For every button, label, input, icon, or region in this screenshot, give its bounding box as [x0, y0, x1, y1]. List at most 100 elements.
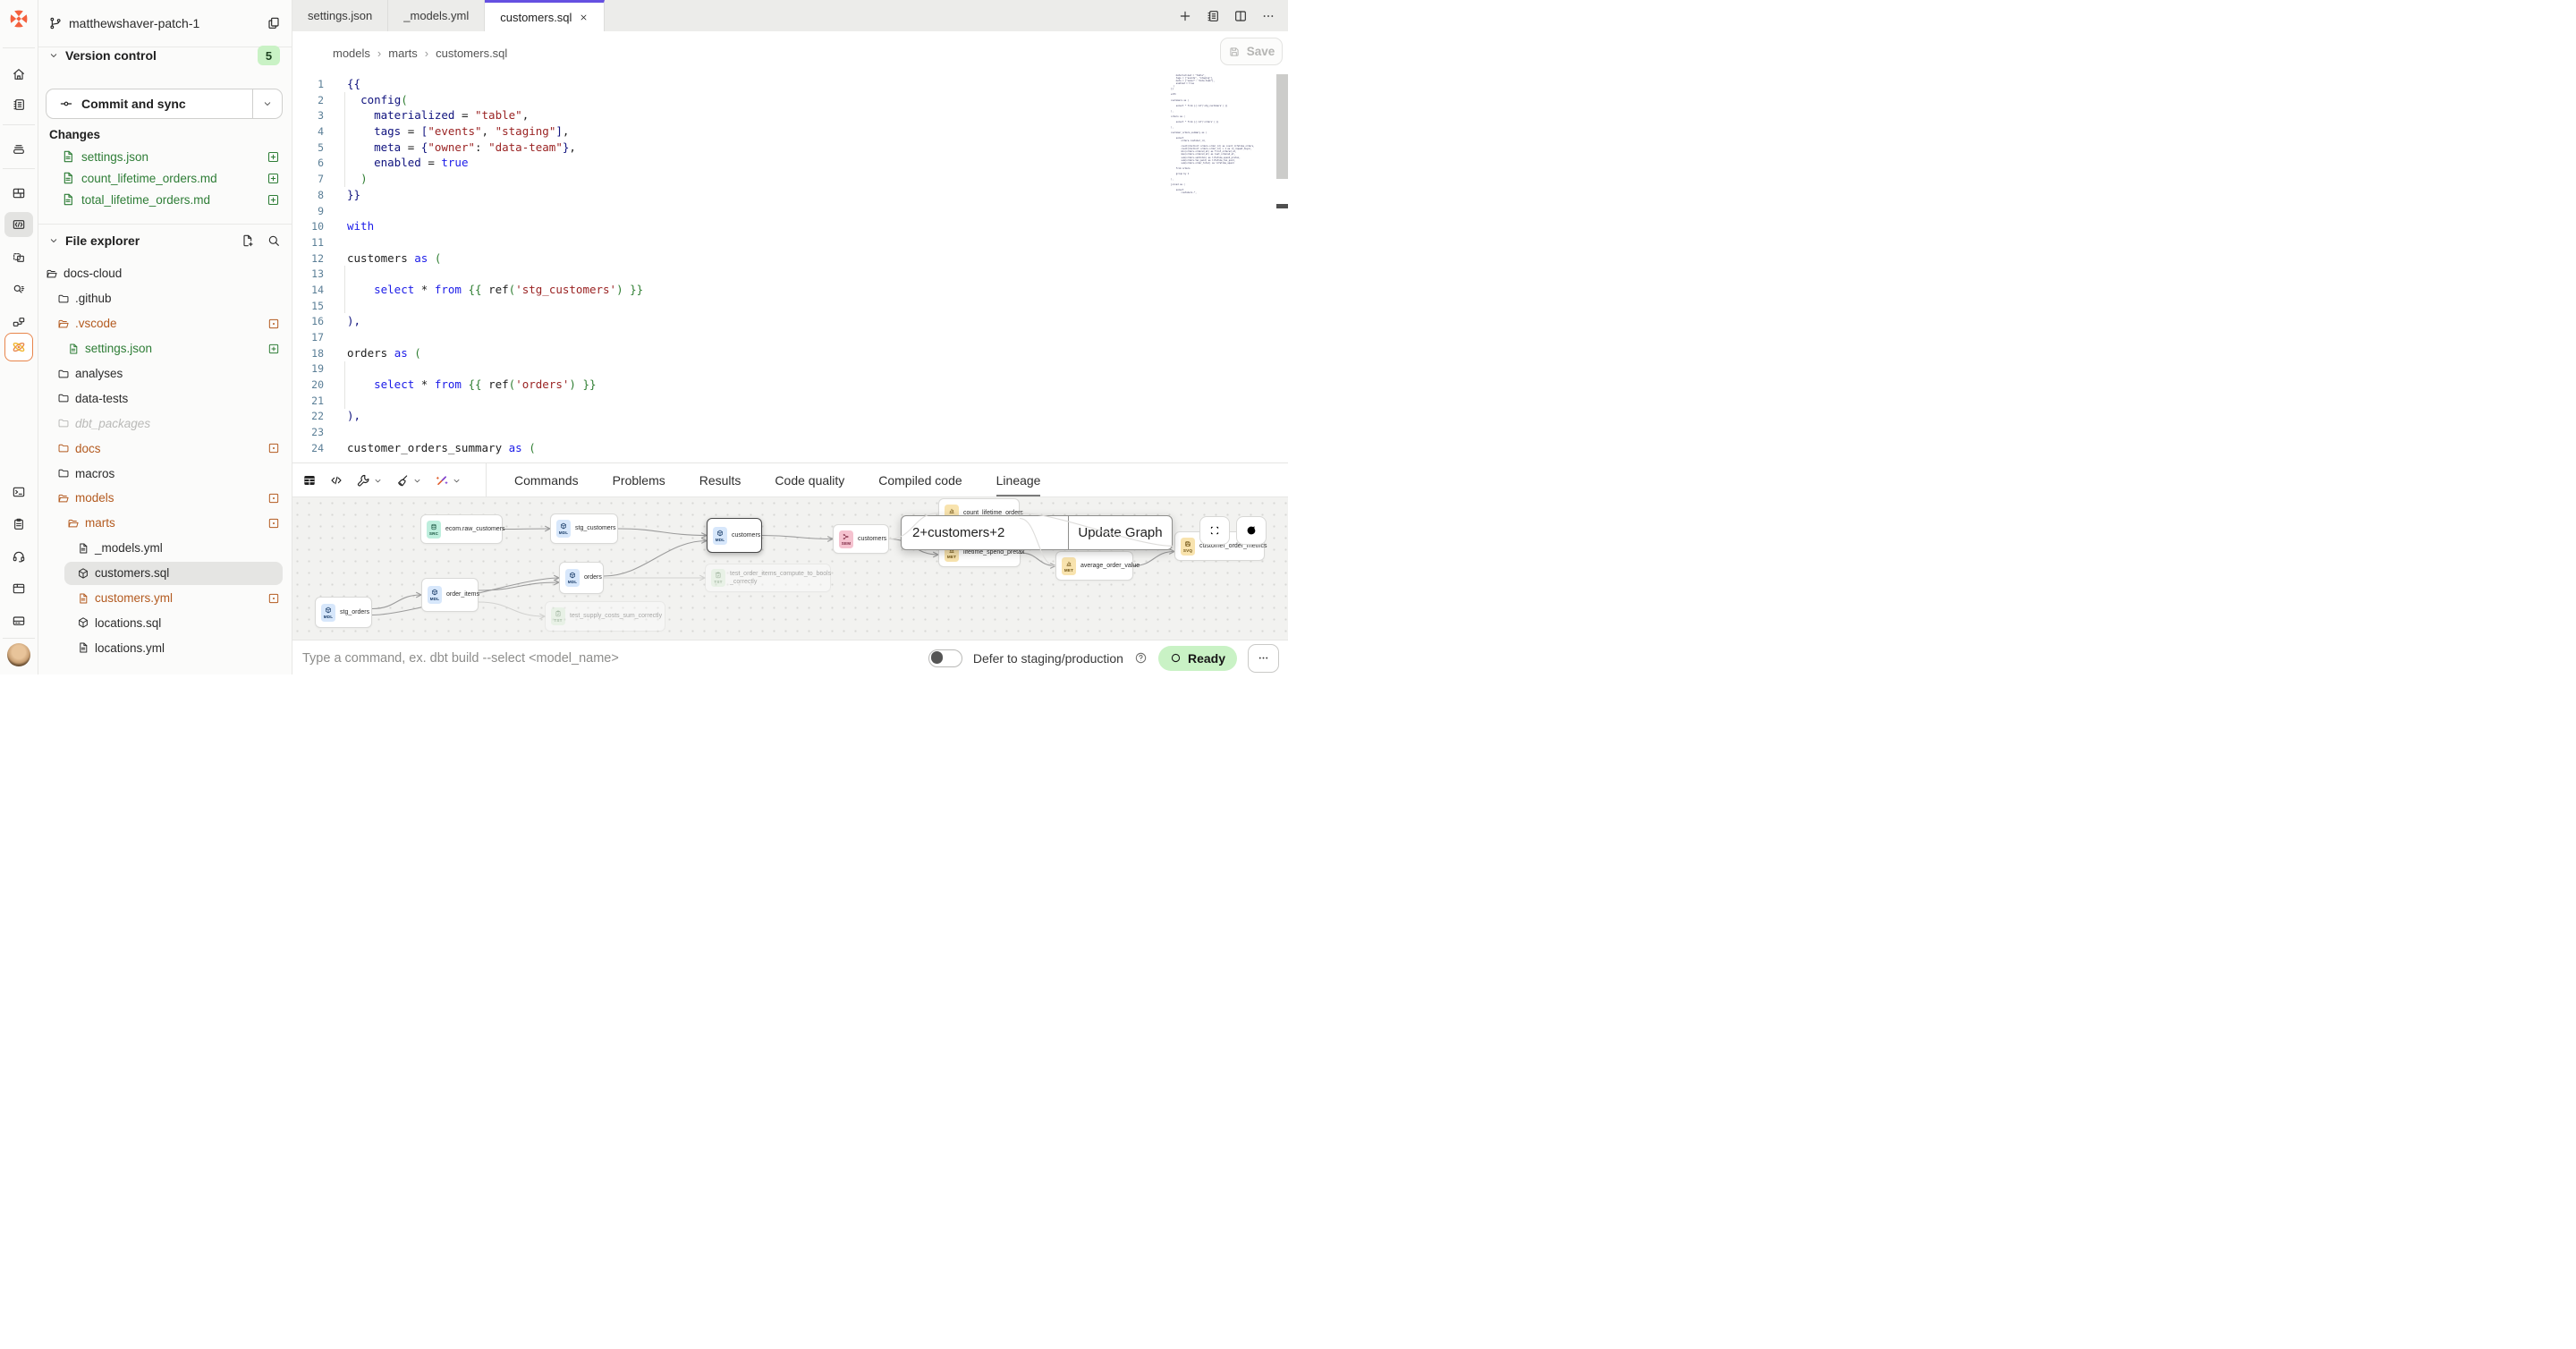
tree-item-customers-sql[interactable]: customers.sql: [38, 561, 292, 586]
split-editor-icon[interactable]: [1233, 9, 1248, 23]
more-options-icon[interactable]: [1261, 9, 1275, 23]
lineage-node-customers[interactable]: MDLcustomers: [707, 518, 762, 553]
changed-file[interactable]: settings.json: [38, 146, 292, 167]
rail-item-home[interactable]: [4, 62, 33, 87]
code-line-2[interactable]: 2 config(: [292, 92, 1288, 108]
notebook-icon[interactable]: [1206, 9, 1220, 23]
breadcrumb-marts[interactable]: marts: [388, 47, 418, 60]
tree-item--github[interactable]: .github: [38, 286, 292, 311]
stage-file-icon[interactable]: [267, 172, 280, 185]
lineage-canvas[interactable]: SRCecom.raw_customers MDLstg_customers MDL…: [292, 496, 1288, 641]
copy-branch-icon[interactable]: [267, 16, 281, 30]
user-avatar[interactable]: [7, 643, 30, 666]
search-files-icon[interactable]: [267, 233, 281, 248]
preview-results-button[interactable]: [302, 473, 317, 488]
code-line-4[interactable]: 4 tags = ["events", "staging"],: [292, 123, 1288, 140]
lineage-node-raw_customers[interactable]: SRCecom.raw_customers: [420, 514, 503, 544]
close-tab-icon[interactable]: [579, 13, 589, 22]
new-tab-icon[interactable]: [1178, 9, 1192, 23]
rail-item-stack[interactable]: [4, 137, 33, 162]
code-line-7[interactable]: 7 ): [292, 171, 1288, 187]
rail-item-code-editor[interactable]: [4, 212, 33, 237]
status-ready-pill[interactable]: Ready: [1158, 646, 1237, 671]
rail-item-browser[interactable]: [4, 576, 33, 601]
code-line-19[interactable]: 19: [292, 361, 1288, 377]
lineage-refresh-button[interactable]: [1236, 516, 1267, 545]
rail-item-copy-windows[interactable]: [4, 245, 33, 270]
tree-item-customers-yml[interactable]: customers.yml: [38, 586, 292, 611]
minimap[interactable]: {{ config( materialized = "table", tags …: [1171, 74, 1275, 194]
tree-item-macros[interactable]: macros: [38, 461, 292, 486]
editor-scrollbar-thumb[interactable]: [1276, 74, 1288, 179]
tree-item-docs[interactable]: docs: [38, 436, 292, 461]
add-badge-icon[interactable]: [267, 343, 280, 355]
code-line-24[interactable]: 24customer_orders_summary as (: [292, 440, 1288, 456]
stage-file-icon[interactable]: [267, 193, 280, 207]
modified-badge-icon[interactable]: [267, 517, 280, 530]
lineage-node-orders[interactable]: MDLorders: [559, 562, 604, 594]
code-line-14[interactable]: 14 select * from {{ ref('stg_customers')…: [292, 282, 1288, 298]
code-line-18[interactable]: 18orders as (: [292, 345, 1288, 361]
lineage-node-test_supply[interactable]: TSTtest_supply_costs_sum_correctly: [545, 601, 665, 632]
modified-badge-icon[interactable]: [267, 318, 280, 330]
changed-file[interactable]: count_lifetime_orders.md: [38, 167, 292, 189]
lineage-selector-input[interactable]: 2+customers+2: [902, 516, 1068, 549]
panel-tab-compiled-code[interactable]: Compiled code: [878, 463, 962, 497]
new-file-icon[interactable]: [241, 233, 255, 248]
code-line-16[interactable]: 16),: [292, 313, 1288, 329]
save-button[interactable]: Save: [1220, 38, 1283, 65]
panel-tab-code-quality[interactable]: Code quality: [775, 463, 844, 497]
code-line-11[interactable]: 11: [292, 234, 1288, 250]
rail-item-orchestration-link[interactable]: [4, 310, 33, 335]
rail-item-notebook[interactable]: [4, 92, 33, 117]
rail-item-clipboard[interactable]: [4, 512, 33, 537]
stage-file-icon[interactable]: [267, 150, 280, 164]
build-tools-button[interactable]: [356, 473, 383, 488]
code-line-22[interactable]: 22),: [292, 408, 1288, 424]
help-icon[interactable]: [1134, 651, 1148, 665]
lineage-fullscreen-button[interactable]: [1199, 516, 1230, 545]
code-line-3[interactable]: 3 materialized = "table",: [292, 107, 1288, 123]
code-line-15[interactable]: 15: [292, 298, 1288, 314]
defer-toggle[interactable]: [928, 649, 962, 667]
copilot-button[interactable]: [435, 473, 462, 488]
rail-item-storage[interactable]: [4, 608, 33, 633]
lineage-node-stg_orders[interactable]: MDLstg_orders: [315, 597, 372, 628]
rail-item-headset[interactable]: [4, 544, 33, 569]
tree-item-locations-sql[interactable]: locations.sql: [38, 610, 292, 635]
dbt-logo-icon[interactable]: [7, 7, 30, 30]
panel-tab-results[interactable]: Results: [699, 463, 741, 497]
lineage-node-average_order_value[interactable]: METaverage_order_value: [1055, 551, 1133, 581]
tree-item-analyses[interactable]: analyses: [38, 361, 292, 386]
tab--models-yml[interactable]: _models.yml: [388, 0, 485, 31]
tree-item-dbt-packages[interactable]: dbt_packages: [38, 411, 292, 436]
code-line-6[interactable]: 6 enabled = true: [292, 155, 1288, 171]
code-line-9[interactable]: 9: [292, 203, 1288, 219]
commit-and-sync-button[interactable]: Commit and sync: [46, 89, 283, 119]
breadcrumb-file[interactable]: customers.sql: [436, 47, 507, 60]
rail-item-search-scan[interactable]: [4, 276, 33, 301]
code-line-12[interactable]: 12customers as (: [292, 250, 1288, 267]
update-graph-button[interactable]: Update Graph: [1068, 516, 1172, 549]
tree-item-settings-json[interactable]: settings.json: [38, 336, 292, 361]
rail-item-terminal[interactable]: [4, 479, 33, 505]
code-line-21[interactable]: 21: [292, 393, 1288, 409]
command-input[interactable]: Type a command, ex. dbt build --select <…: [292, 651, 928, 666]
status-more-button[interactable]: [1248, 644, 1279, 673]
code-line-13[interactable]: 13: [292, 266, 1288, 282]
file-explorer-header[interactable]: File explorer: [38, 229, 292, 252]
code-line-8[interactable]: 8}}: [292, 187, 1288, 203]
tree-item-models[interactable]: models: [38, 486, 292, 511]
code-line-17[interactable]: 17: [292, 329, 1288, 345]
tree-item-docs-cloud[interactable]: docs-cloud: [38, 261, 292, 286]
code-line-20[interactable]: 20 select * from {{ ref('orders') }}: [292, 377, 1288, 393]
modified-badge-icon[interactable]: [267, 442, 280, 454]
code-editor[interactable]: 1{{2 config(3 materialized = "table",4 t…: [292, 74, 1288, 462]
rail-item-dbt-atom[interactable]: [4, 335, 33, 360]
lineage-node-stg_customers[interactable]: MDLstg_customers: [550, 513, 618, 544]
breadcrumb-models[interactable]: models: [333, 47, 370, 60]
lineage-node-customers_sem[interactable]: SEMcustomers: [833, 524, 889, 554]
tab-settings-json[interactable]: settings.json: [292, 0, 388, 31]
tree-item-marts[interactable]: marts: [38, 511, 292, 536]
panel-tab-problems[interactable]: Problems: [613, 463, 665, 497]
